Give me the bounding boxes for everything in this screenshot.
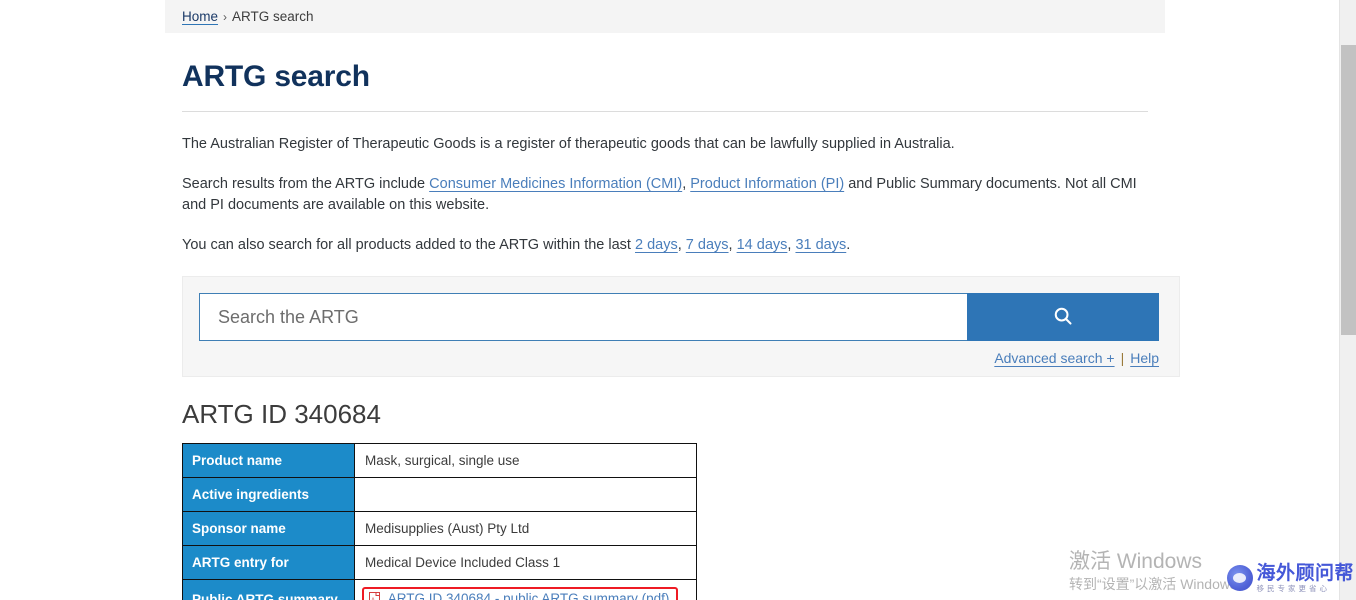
logo-text-block: 海外顾问帮 移民专家更省心 — [1256, 564, 1354, 593]
pi-link[interactable]: Product Information (PI) — [690, 176, 844, 192]
logo-circle-icon — [1227, 564, 1254, 591]
search-panel-links: Advanced search + | Help — [199, 350, 1159, 366]
row-value-artg-entry-for: Medical Device Included Class 1 — [354, 545, 697, 580]
comma-2: , — [728, 237, 737, 253]
last-31-days-link[interactable]: 31 days — [795, 237, 846, 253]
scrollbar-thumb[interactable] — [1341, 45, 1356, 335]
row-label-sponsor-name: Sponsor name — [182, 511, 355, 546]
result-artg-id-heading: ARTG ID 340684 — [182, 399, 381, 429]
pdf-file-icon: A — [369, 592, 384, 600]
vertical-scrollbar[interactable] — [1339, 0, 1356, 600]
breadcrumb: Home › ARTG search — [165, 0, 1165, 33]
table-row: Product name Mask, surgical, single use — [182, 443, 697, 478]
logo-main-text: 海外顾问帮 — [1256, 562, 1354, 584]
artg-details-table: Product name Mask, surgical, single use … — [182, 443, 697, 600]
links-separator: | — [1120, 350, 1125, 366]
row-value-active-ingredients — [354, 477, 697, 512]
row-value-product-name: Mask, surgical, single use — [354, 443, 697, 478]
breadcrumb-separator: › — [223, 9, 228, 24]
page-title: ARTG search — [182, 60, 370, 93]
search-row — [199, 293, 1159, 341]
windows-activation-watermark: 激活 Windows 转到“设置”以激活 Windows。 — [1069, 549, 1251, 594]
search-input[interactable] — [199, 293, 967, 341]
title-divider — [182, 111, 1148, 112]
intro-paragraph-3: You can also search for all products add… — [182, 235, 1148, 256]
paragraph3-text-post: . — [846, 237, 851, 253]
paragraph3-text-pre: You can also search for all products add… — [182, 237, 635, 253]
search-button[interactable] — [967, 293, 1159, 341]
comma-1: , — [677, 237, 686, 253]
last-7-days-link[interactable]: 7 days — [686, 237, 729, 253]
search-icon — [1052, 305, 1074, 330]
advanced-search-link[interactable]: Advanced search + — [994, 350, 1114, 366]
watermark-title: 激活 Windows — [1068, 550, 1203, 573]
logo-sub-text: 移民专家更省心 — [1256, 583, 1330, 593]
help-link[interactable]: Help — [1130, 350, 1159, 366]
row-value-sponsor-name: Medisupplies (Aust) Pty Ltd — [354, 511, 697, 546]
last-2-days-link[interactable]: 2 days — [635, 237, 678, 253]
table-row: Public ARTG summary A ARTG ID 340684 - — [182, 579, 697, 600]
table-row: Sponsor name Medisupplies (Aust) Pty Ltd — [182, 511, 697, 546]
table-row: Active ingredients — [182, 477, 697, 512]
intro-paragraph-2: Search results from the ARTG include Con… — [182, 174, 1148, 216]
row-label-artg-entry-for: ARTG entry for — [182, 545, 355, 580]
breadcrumb-home-link[interactable]: Home — [182, 9, 218, 24]
main-content: ARTG search The Australian Register of T… — [165, 33, 1180, 600]
watermark-subtitle: 转到“设置”以激活 Windows。 — [1068, 576, 1251, 592]
row-value-public-artg-summary: A ARTG ID 340684 - public ARTG summary (… — [354, 579, 697, 600]
row-label-active-ingredients: Active ingredients — [182, 477, 355, 512]
site-logo-badge: 海外顾问帮 移民专家更省心 — [1227, 564, 1354, 593]
table-row: ARTG entry for Medical Device Included C… — [182, 545, 697, 580]
search-panel: Advanced search + | Help — [182, 276, 1180, 377]
last-14-days-link[interactable]: 14 days — [737, 237, 788, 253]
paragraph2-text-pre: Search results from the ARTG include — [182, 176, 430, 192]
cmi-link[interactable]: Consumer Medicines Information (CMI) — [429, 176, 682, 192]
browser-viewport: Home › ARTG search ARTG search The Austr… — [0, 0, 1356, 600]
breadcrumb-current: ARTG search — [232, 9, 314, 24]
row-label-public-artg-summary: Public ARTG summary — [182, 579, 355, 600]
pdf-link-highlight-box: A ARTG ID 340684 - public ARTG summary (… — [362, 587, 679, 600]
intro-paragraph-1: The Australian Register of Therapeutic G… — [182, 136, 955, 152]
row-label-product-name: Product name — [182, 443, 355, 478]
public-artg-summary-pdf-link[interactable]: ARTG ID 340684 - public ARTG summary (pd… — [388, 591, 670, 600]
